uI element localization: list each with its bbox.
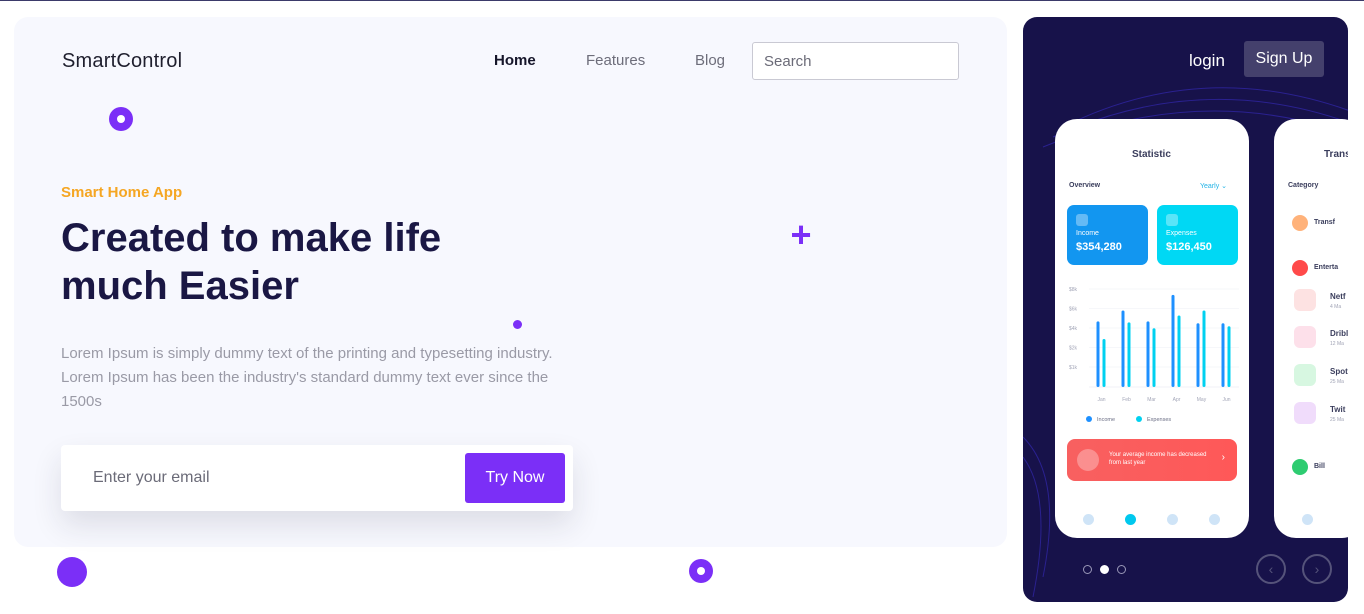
y-tick-label: $4k [1069,326,1078,332]
brand-logo[interactable]: SmartControl [62,50,182,73]
transfer-icon [1292,215,1308,231]
prev-arrow-icon[interactable]: ‹ [1256,554,1286,584]
income-bar [1146,321,1150,387]
x-tick-label: Mar [1147,397,1156,403]
phone-transactions-screen: Trans Category Transf Enterta Netf 4 Ma … [1274,119,1348,538]
twitch-icon [1294,402,1316,424]
legend-expenses-label: Expenses [1147,417,1171,423]
sign-up-button[interactable]: Sign Up [1244,41,1324,77]
app-name: Netf [1330,292,1346,301]
hero-headline: Created to make life much Easier [61,216,442,308]
category-label: Category [1288,182,1319,189]
expenses-bar [1227,326,1231,387]
carousel-dot-2[interactable] [1100,565,1109,574]
chevron-right-icon: › [1221,452,1225,463]
home-icon[interactable] [1302,514,1313,525]
x-tick-label: Jan [1097,397,1105,403]
app-name: Dribl [1330,329,1348,338]
income-bar [1096,321,1100,387]
email-field[interactable] [93,465,433,491]
spotify-icon [1294,364,1316,386]
phone-title: Statistic [1132,149,1171,160]
app-name: Spot [1330,367,1348,376]
login-link[interactable]: login [1189,51,1225,71]
phone-statistic-screen: Statistic Overview Yearly ⌄ Income $354,… [1055,119,1249,538]
arrow-icon [1076,214,1088,226]
chart-pie-icon[interactable] [1125,514,1136,525]
app-date: 25 Ma [1330,379,1344,385]
nav-blog[interactable]: Blog [695,52,725,69]
app-date: 25 Ma [1330,417,1344,423]
x-tick-label: Feb [1122,397,1131,403]
income-bar [1171,294,1175,387]
y-tick-label: $1k [1069,365,1078,371]
income-value: $354,280 [1076,241,1122,253]
expenses-bar [1152,328,1156,387]
income-alert-banner[interactable]: Your average income has decreased from l… [1067,439,1237,481]
expenses-bar [1202,310,1206,387]
expenses-value: $126,450 [1166,241,1212,253]
overview-label: Overview [1069,182,1101,189]
top-border [0,0,1364,1]
arrow-icon [1166,214,1178,226]
income-tile[interactable]: Income $354,280 [1067,205,1148,265]
expenses-tile[interactable]: Expenses $126,450 [1157,205,1238,265]
carousel-dot-1[interactable] [1083,565,1092,574]
plus-decor-icon: + [790,214,812,255]
home-icon[interactable] [1083,514,1094,525]
income-bar [1121,310,1125,387]
carousel-dot-3[interactable] [1117,565,1126,574]
legend-income-label: Income [1097,417,1115,423]
app-preview-panel: login Sign Up Statistic Overview Yearly … [1023,17,1348,602]
decor-ring-icon [109,107,133,131]
expenses-label: Expenses [1166,230,1197,237]
dribbble-icon [1294,326,1316,348]
history-icon[interactable] [1167,514,1178,525]
expenses-bar [1127,322,1131,387]
email-signup-form: Try Now [61,445,573,511]
play-icon [1292,260,1308,276]
app-name: Twit [1330,405,1346,414]
y-tick-label: $2k [1069,346,1078,352]
decor-dot-small [513,320,522,329]
try-now-button[interactable]: Try Now [465,453,565,503]
decor-dot-large [57,557,87,587]
bill-icon [1292,459,1308,475]
phone-title: Trans [1324,149,1348,160]
search-input[interactable] [752,42,959,80]
user-icon[interactable] [1209,514,1220,525]
legend-expenses-swatch [1136,416,1142,422]
x-tick-label: Jun [1222,397,1230,403]
period-select[interactable]: Yearly ⌄ [1200,182,1227,190]
percent-icon [1077,449,1099,471]
hero-description: Lorem Ipsum is simply dummy text of the … [61,345,553,410]
income-label: Income [1076,230,1099,237]
nav-home[interactable]: Home [494,52,536,69]
y-tick-label: $8k [1069,287,1078,293]
x-tick-label: May [1197,397,1207,403]
legend-income-swatch [1086,416,1092,422]
app-date: 12 Ma [1330,341,1344,347]
app-date: 4 Ma [1330,304,1342,310]
income-expenses-chart: $8k $6k $4k $2k $1k Jan Feb Mar Apr May Jun Income E… [1069,287,1239,423]
expenses-bar [1102,338,1106,387]
x-tick-label: Apr [1173,397,1181,403]
expenses-bar [1177,315,1181,387]
nav-features[interactable]: Features [586,52,645,69]
income-bar [1196,323,1200,387]
decor-ring-icon [689,559,713,583]
netflix-icon [1294,289,1316,311]
y-tick-label: $6k [1069,307,1078,313]
income-bar [1221,323,1225,387]
next-arrow-icon[interactable]: › [1302,554,1332,584]
hero-eyebrow: Smart Home App [61,184,183,201]
alert-text: Your average income has decreased from l… [1109,452,1207,466]
